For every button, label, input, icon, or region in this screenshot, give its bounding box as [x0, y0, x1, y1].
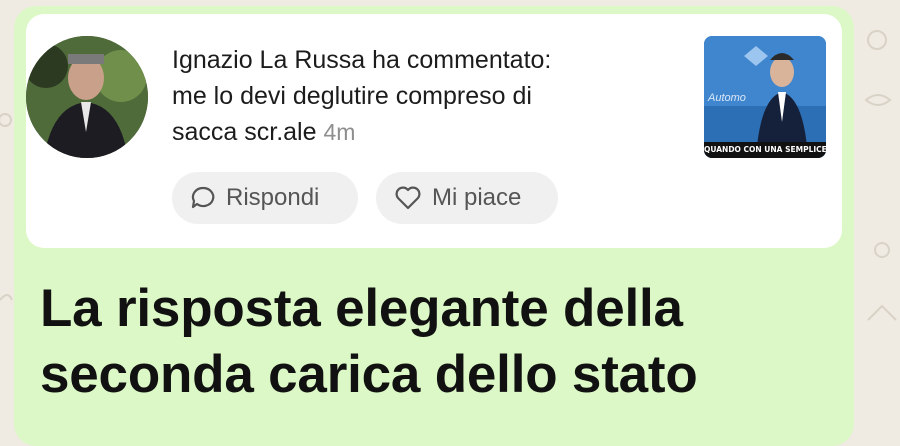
headline-line-2: seconda carica dello stato	[40, 345, 698, 404]
like-label: Mi piace	[432, 184, 522, 211]
reply-button[interactable]: Rispondi	[172, 172, 358, 224]
headline-line-1: La risposta elegante della	[40, 279, 683, 338]
comment-line-2: sacca scr.ale	[172, 118, 317, 146]
avatar[interactable]	[26, 36, 148, 158]
speech-bubble-icon	[191, 186, 215, 209]
thumbnail-brand: Automo	[708, 92, 746, 104]
message-headline: La risposta elegante della seconda caric…	[40, 276, 840, 408]
comment-text[interactable]: Ignazio La Russa ha commentato: me lo de…	[172, 42, 682, 150]
comment-time: 4m	[323, 119, 356, 145]
reply-label: Rispondi	[226, 184, 320, 211]
comment-line-1: me lo devi deglutire compreso di	[172, 82, 532, 110]
like-button[interactable]: Mi piace	[376, 172, 558, 224]
heart-icon	[395, 186, 421, 210]
post-thumbnail[interactable]: Automo QUANDO CON UNA SEMPLICE PATENTE	[704, 36, 826, 158]
avatar-image	[26, 36, 148, 158]
comment-author-line: Ignazio La Russa ha commentato:	[172, 46, 552, 74]
thumbnail-caption: QUANDO CON UNA SEMPLICE PATENTE	[704, 142, 826, 158]
